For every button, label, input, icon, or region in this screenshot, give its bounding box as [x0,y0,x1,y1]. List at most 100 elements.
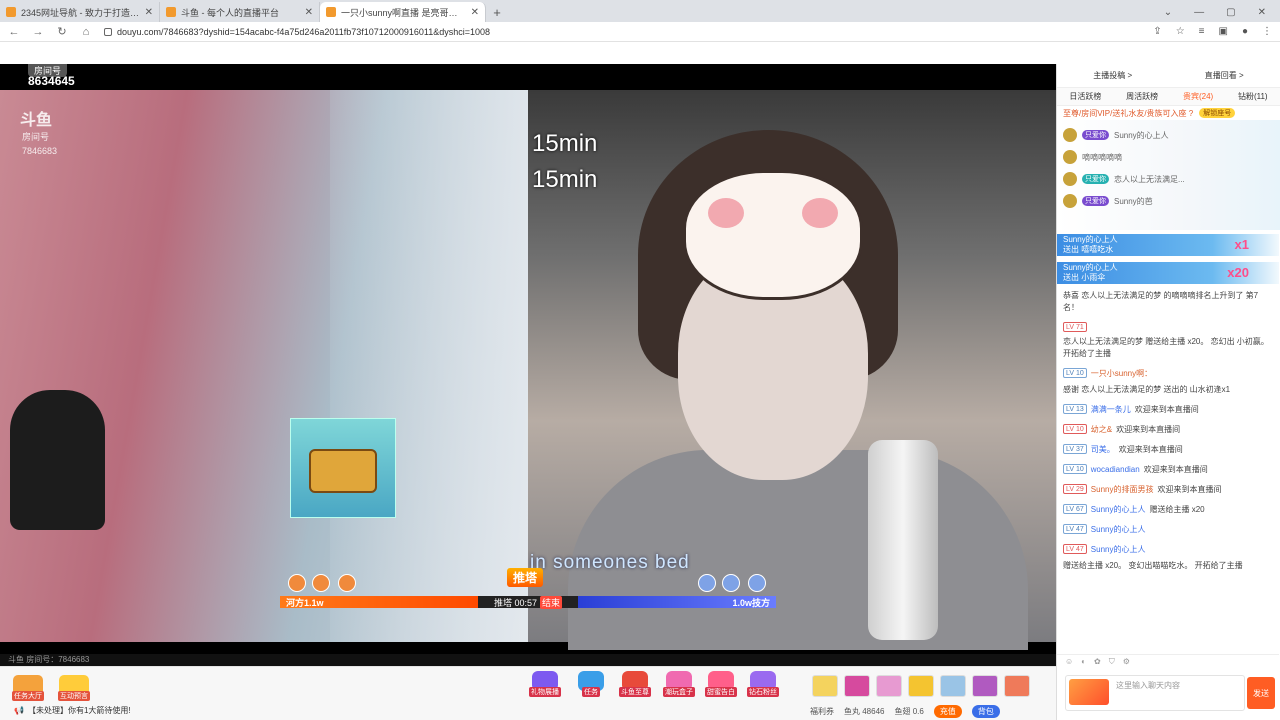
fan-name: 恋人以上无法满足... [1114,174,1185,184]
video-footer: 斗鱼 房间号：7846683 [0,654,1056,666]
user-nickname[interactable]: wocadiandian [1091,464,1140,476]
home-icon[interactable]: ⌂ [80,26,92,38]
chat-message: LV 37 司美。 欢迎来到本直播间 [1063,444,1273,456]
microphone [868,440,938,640]
user-nickname[interactable]: Sunny的心上人 [1091,504,1146,516]
level-badge: LV 29 [1063,484,1087,494]
tab-vip[interactable]: 贵宾(24) [1183,91,1213,102]
maximize-icon[interactable]: ▢ [1226,7,1235,18]
gift-item[interactable] [1004,675,1030,697]
avatar[interactable] [748,574,766,592]
anchor-submission-link[interactable]: 主播投稿 > [1093,70,1132,81]
browser-tab-1[interactable]: 2345网址导航 - 致力于打造百年品牌 ✕ [0,2,160,22]
message-text: 欢迎来到本直播间 [1116,425,1181,434]
reload-icon[interactable]: ↻ [56,25,68,38]
page-header-strip [0,42,1280,64]
back-icon[interactable]: ← [8,26,20,38]
avatar[interactable] [722,574,740,592]
user-nickname[interactable]: 司美。 [1091,444,1115,456]
chat-messages[interactable]: Sunny的心上人 送出 嘻嘻吃水 x1 Sunny的心上人 送出 小雨伞 x2… [1057,232,1279,652]
browser-tab-3[interactable]: 一只小sunny啊直播 是亮哥的直播间 ✕ [320,2,486,22]
feature-confession[interactable]: 甜蜜告白 [702,671,740,697]
minimize-icon[interactable]: ⌄ [1164,7,1172,18]
gift-item[interactable] [844,675,870,697]
avatar[interactable] [288,574,306,592]
feature-task[interactable]: 任务 [572,671,610,697]
user-nickname[interactable]: 满满一条儿 [1091,404,1131,416]
bullet-style-icon[interactable]: ◐ [1081,657,1086,667]
emoji-icon[interactable]: ☺ [1065,657,1073,667]
backpack-button[interactable]: 背包 [971,705,1000,718]
user-nickname[interactable]: 幼之& [1091,424,1112,436]
user-nickname[interactable]: Sunny的排面男孩 [1091,484,1154,496]
new-tab-button[interactable]: + [486,2,508,22]
pk-timer: 推塔 00:57 结束 [478,595,578,609]
tab-weekly-rank[interactable]: 周活跃榜 [1126,91,1158,102]
chat-input[interactable]: 这里输入聊天内容 [1065,675,1245,711]
message-text: 欢迎来到本直播间 [1134,405,1199,414]
sidebar-icon[interactable]: ▣ [1219,26,1228,37]
noble-badge-icon [1063,128,1077,142]
charge-button[interactable]: 充值 [933,705,962,718]
list-item[interactable]: 嘀嘀嘀嘀嘀 [1063,146,1274,168]
chat-message: LV 29 Sunny的排面男孩 欢迎来到本直播间 [1063,484,1273,496]
level-badge: LV 13 [1063,404,1087,414]
gift-item[interactable] [940,675,966,697]
douyu-logo: 斗鱼 [20,112,53,129]
close-icon[interactable]: ✕ [471,7,479,18]
menu-icon[interactable]: ⋮ [1262,26,1272,37]
feature-supreme[interactable]: 斗鱼至尊 [616,671,654,697]
profile-icon[interactable]: ● [1242,26,1248,37]
browser-tab-2[interactable]: 斗鱼 - 每个人的直播平台 ✕ [160,2,320,22]
settings-icon[interactable]: ⚙ [1123,657,1130,667]
user-nickname[interactable]: Sunny的心上人 [1091,544,1146,556]
user-nickname[interactable]: Sunny的心上人 [1091,524,1146,536]
unlock-seat-button[interactable]: 解锁座号 [1199,108,1236,118]
tab-diamond-fans[interactable]: 钻粉(11) [1238,91,1268,102]
chat-message: LV 10 一只小sunny啊： 感谢 恋人以上无法满足的梦 送出的 山水初逢x1 [1063,368,1273,396]
gift-icon[interactable]: ✿ [1094,657,1101,667]
feature-diamond-fans[interactable]: 钻石粉丝 [744,671,782,697]
video-player[interactable]: 房间号 8634645 斗鱼 房间号 7846683 15min 15min i… [0,64,1056,654]
send-button[interactable]: 发送 [1247,677,1275,709]
close-icon[interactable]: ✕ [145,7,153,18]
gift-item[interactable] [908,675,934,697]
replay-link[interactable]: 直播回看 > [1205,70,1244,81]
star-icon[interactable]: ☆ [1176,26,1185,37]
prediction-button[interactable]: 互动预言 [58,675,90,701]
restore-icon[interactable]: — [1194,7,1204,18]
avatar[interactable] [338,574,356,592]
tab-daily-rank[interactable]: 日活跃榜 [1069,91,1101,102]
notice-bar[interactable]: 📢 【未处理】你有1大箭待使用! [14,705,131,716]
fish-wing-count: 鱼翅 0.6 [894,707,924,716]
gift-item[interactable] [812,675,838,697]
url-field[interactable]: douyu.com/7846683?dyshid=154acabc-f4a75d… [104,27,1141,37]
treasure-chest-popup[interactable] [290,418,396,518]
user-nickname[interactable]: 一只小sunny啊： [1091,368,1152,380]
list-item[interactable]: 只爱你 Sunny的芭 [1063,190,1274,212]
pk-end-badge: 结束 [539,595,562,609]
notice-text: 【未处理】你有1大箭待使用! [27,706,131,715]
close-window-icon[interactable]: ✕ [1258,7,1266,18]
fan-name: Sunny的芭 [1114,196,1153,206]
list-item[interactable]: 只爱你 恋人以上无法满足... [1063,168,1274,190]
welfare-link[interactable]: 福利券 [810,706,834,717]
forward-icon[interactable]: → [32,26,44,38]
share-icon[interactable]: ⇪ [1153,26,1161,37]
browser-tab-bar: 2345网址导航 - 致力于打造百年品牌 ✕ 斗鱼 - 每个人的直播平台 ✕ 一… [0,0,1280,22]
avatar[interactable] [698,574,716,592]
gift-item[interactable] [876,675,902,697]
shield-icon[interactable]: ⛉ [1109,657,1115,667]
gift-item[interactable] [972,675,998,697]
feature-gift-showcase[interactable]: 礼物展播 [526,671,564,697]
feature-toy-box[interactable]: 潮玩盒子 [660,671,698,697]
reading-list-icon[interactable]: ≡ [1199,26,1205,37]
close-icon[interactable]: ✕ [305,7,313,18]
task-hall-button[interactable]: 任务大厅 [12,675,44,701]
level-badge: LV 47 [1063,524,1087,534]
list-item[interactable]: 只爱你 Sunny的心上人 [1063,124,1274,146]
url-text: douyu.com/7846683?dyshid=154acabc-f4a75d… [117,26,490,37]
noble-badge-icon [1063,172,1077,186]
avatar[interactable] [312,574,330,592]
chat-message: LV 10 wocadiandian 欢迎来到本直播间 [1063,464,1273,476]
